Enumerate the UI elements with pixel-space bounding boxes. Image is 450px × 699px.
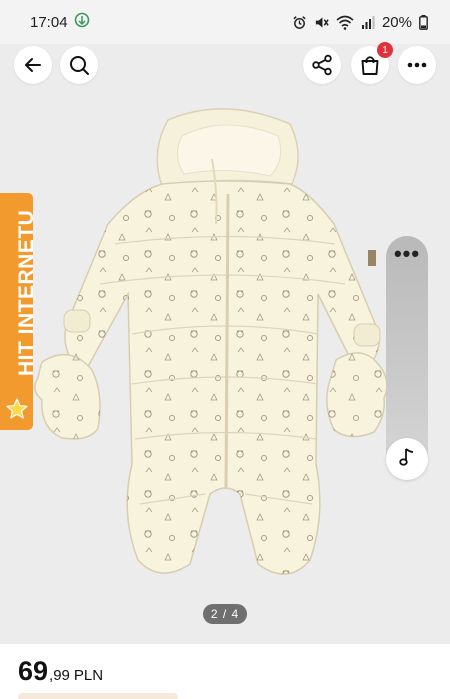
floating-widget[interactable]: ••• bbox=[386, 236, 428, 480]
bottom-content-peek bbox=[18, 693, 178, 699]
image-counter: 2 / 4 bbox=[203, 604, 247, 624]
share-icon bbox=[311, 54, 333, 76]
product-screen: 17:04 20% 1 HIT INTERNETU ••• 2 / 4 69 ,… bbox=[0, 0, 450, 699]
status-bar: 17:04 20% bbox=[0, 0, 450, 44]
price-integer: 69 bbox=[18, 656, 49, 686]
cart-icon bbox=[359, 54, 381, 76]
price-decimal: ,99 bbox=[49, 667, 70, 684]
battery-icon bbox=[419, 14, 428, 30]
alarm-icon bbox=[292, 15, 307, 30]
more-button[interactable] bbox=[398, 46, 436, 84]
product-image[interactable] bbox=[0, 44, 450, 644]
search-icon bbox=[68, 54, 90, 76]
green-app-icon bbox=[74, 12, 90, 32]
status-right: 20% bbox=[292, 14, 428, 31]
wifi-icon bbox=[336, 15, 354, 30]
back-arrow-icon bbox=[23, 55, 43, 75]
battery-text: 20% bbox=[381, 13, 412, 31]
snowsuit-image bbox=[34, 108, 388, 575]
back-button[interactable] bbox=[14, 46, 52, 84]
share-button[interactable] bbox=[303, 46, 341, 84]
search-button[interactable] bbox=[60, 46, 98, 84]
price: 69 ,99 PLN bbox=[18, 656, 103, 687]
signal-icon bbox=[361, 15, 375, 29]
mute-icon bbox=[314, 15, 329, 30]
status-left: 17:04 bbox=[30, 12, 90, 32]
hit-internetu-label: HIT INTERNETU bbox=[15, 209, 38, 376]
music-button[interactable] bbox=[386, 438, 428, 480]
cart-count-badge: 1 bbox=[377, 42, 393, 58]
star-icon bbox=[5, 397, 29, 426]
floating-widget-panel[interactable] bbox=[386, 236, 428, 458]
cart-button[interactable]: 1 bbox=[351, 42, 393, 84]
status-time: 17:04 bbox=[30, 13, 68, 31]
price-currency: PLN bbox=[73, 667, 104, 684]
more-icon bbox=[406, 61, 428, 69]
music-note-icon bbox=[398, 447, 416, 472]
more-dots-icon[interactable]: ••• bbox=[386, 243, 428, 265]
